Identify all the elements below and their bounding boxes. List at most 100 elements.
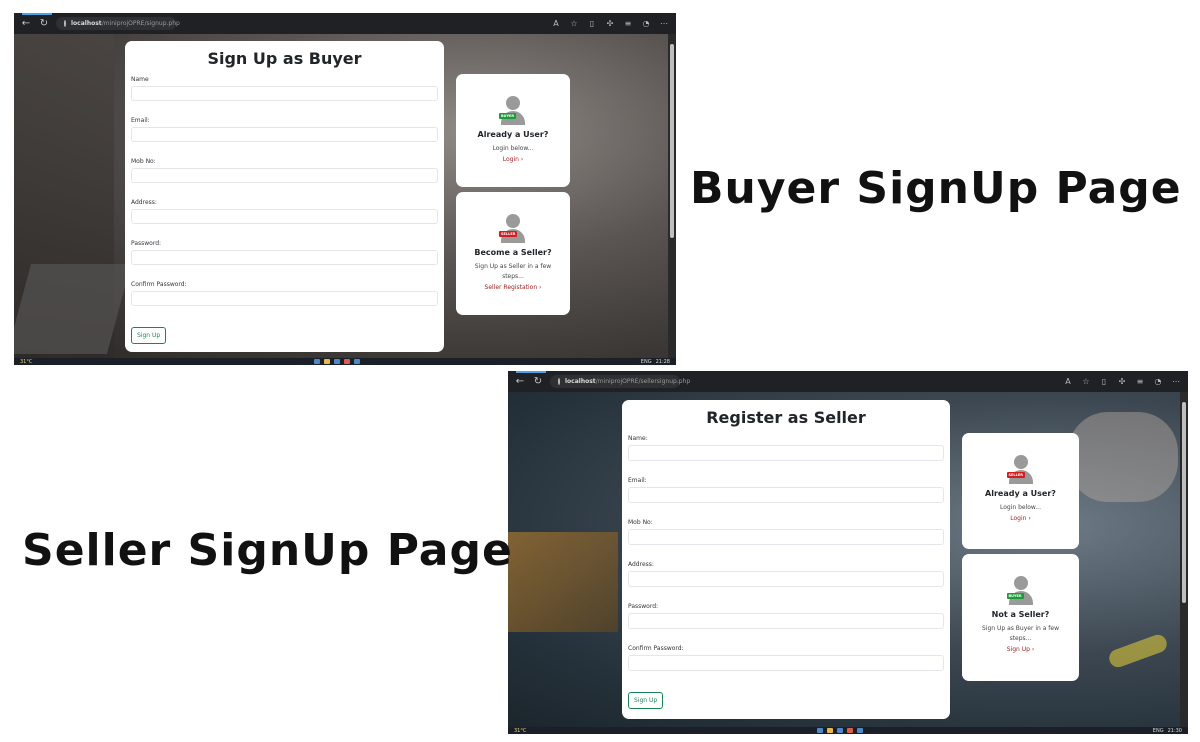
url-host: localhost [565,378,596,385]
seller-registration-link[interactable]: Seller Registation › [456,284,570,291]
read-aloud-icon[interactable]: A [1062,377,1074,386]
buyer-badge: BUYER [499,113,517,119]
name-input[interactable] [628,445,944,461]
seller-badge: SELLER [499,231,518,237]
background-circuit [508,532,618,632]
back-icon[interactable]: ← [20,18,32,29]
signup-form: Sign Up as Buyer Name Email: Mob No: Add… [125,41,444,352]
copilot-icon[interactable]: ◔ [1152,377,1164,386]
buyer-signup-screenshot: ← ↻ localhost/miniprojOPRE/signup.php A … [14,13,676,365]
vscode-icon[interactable] [856,728,863,733]
favorites-icon[interactable]: ≡ [1134,377,1146,386]
address-input[interactable] [131,209,438,224]
split-screen-icon[interactable]: ▯ [1098,377,1110,386]
language-indicator[interactable]: ENG [641,359,652,365]
refresh-icon[interactable]: ↻ [532,376,544,387]
email-label: Email: [131,117,150,124]
mobile-label: Mob No: [628,519,653,526]
user-avatar-icon: SELLER [499,214,525,244]
clock[interactable]: 21:28 [656,359,670,365]
extensions-icon[interactable]: ✣ [604,19,616,28]
become-seller-card: SELLER Become a Seller? Sign Up as Selle… [456,192,570,315]
not-seller-heading: Not a Seller? [991,610,1050,619]
confirm-password-label: Confirm Password: [628,645,684,652]
edge-icon[interactable] [836,728,843,733]
background-hand [1068,412,1178,502]
password-input[interactable] [628,613,944,629]
name-input[interactable] [131,86,438,101]
login-card-heading: Already a User? [985,489,1056,498]
split-screen-icon[interactable]: ▯ [586,19,598,28]
sign-up-button[interactable]: Sign Up [131,327,167,344]
browser-toolbar: ← ↻ localhost/miniprojOPRE/sellersignup.… [508,371,1188,392]
name-label: Name [131,76,149,83]
weather-widget[interactable]: 31°C [20,359,32,365]
refresh-icon[interactable]: ↻ [38,18,50,29]
start-icon[interactable] [313,359,320,364]
login-card-text: Login below... [492,145,534,152]
active-tab-indicator [22,13,52,15]
favorite-star-icon[interactable]: ☆ [1080,377,1092,386]
become-seller-heading: Become a Seller? [474,248,552,257]
address-label: Address: [131,199,157,206]
more-options-icon[interactable]: ⋯ [658,19,670,28]
not-seller-card: BUYER Not a Seller? Sign Up as Buyer in … [962,554,1079,681]
user-avatar-icon: SELLER [1006,455,1033,485]
mobile-input[interactable] [131,168,438,183]
buyer-badge: BUYER [1006,593,1024,599]
vscode-icon[interactable] [353,359,360,364]
edge-icon[interactable] [333,359,340,364]
address-label: Address: [628,561,654,568]
extensions-icon[interactable]: ✣ [1116,377,1128,386]
copilot-icon[interactable]: ◔ [640,19,652,28]
confirm-password-input[interactable] [628,655,944,671]
start-icon[interactable] [816,728,823,733]
site-info-icon[interactable] [64,20,66,27]
email-input[interactable] [131,127,438,142]
login-card-text: Login below... [999,504,1041,511]
scrollbar[interactable] [1180,392,1188,727]
password-label: Password: [131,240,162,247]
email-label: Email: [628,477,647,484]
mobile-label: Mob No: [131,158,156,165]
email-input[interactable] [628,487,944,503]
buyer-caption: Buyer SignUp Page [690,163,1182,214]
seller-signup-screenshot: ← ↻ localhost/miniprojOPRE/sellersignup.… [508,371,1188,734]
sign-up-button[interactable]: Sign Up [628,692,664,709]
back-icon[interactable]: ← [514,376,526,387]
form-title: Register as Seller [706,408,866,427]
weather-widget[interactable]: 31°C [514,728,526,734]
address-input[interactable] [628,571,944,587]
address-bar[interactable]: localhost/miniprojOPRE/signup.php [56,17,180,30]
buyer-signup-link[interactable]: Sign Up › [962,646,1079,653]
login-link[interactable]: Login › [456,156,570,163]
file-explorer-icon[interactable] [323,359,330,364]
scrollbar[interactable] [668,34,676,358]
taskbar-apps [36,359,636,364]
page-viewport: Sign Up as Buyer Name Email: Mob No: Add… [14,34,668,358]
user-avatar-icon: BUYER [1006,576,1033,606]
more-options-icon[interactable]: ⋯ [1170,377,1182,386]
read-aloud-icon[interactable]: A [550,19,562,28]
address-bar[interactable]: localhost/miniprojOPRE/sellersignup.php [550,375,690,388]
language-indicator[interactable]: ENG [1153,728,1164,734]
name-label: Name: [628,435,648,442]
favorite-star-icon[interactable]: ☆ [568,19,580,28]
password-label: Password: [628,603,659,610]
login-card-heading: Already a User? [477,130,549,139]
app-icon[interactable] [343,359,350,364]
clock[interactable]: 21:30 [1168,728,1182,734]
password-input[interactable] [131,250,438,265]
register-form: Register as Seller Name: Email: Mob No: … [622,400,950,719]
confirm-password-input[interactable] [131,291,438,306]
site-info-icon[interactable] [558,378,560,385]
background-tool [1106,632,1170,670]
not-seller-text: Sign Up as Buyer in a few steps... [981,625,1060,642]
confirm-password-label: Confirm Password: [131,281,187,288]
mobile-input[interactable] [628,529,944,545]
file-explorer-icon[interactable] [826,728,833,733]
app-icon[interactable] [846,728,853,733]
browser-toolbar: ← ↻ localhost/miniprojOPRE/signup.php A … [14,13,676,34]
favorites-icon[interactable]: ≡ [622,19,634,28]
login-link[interactable]: Login › [962,515,1079,522]
